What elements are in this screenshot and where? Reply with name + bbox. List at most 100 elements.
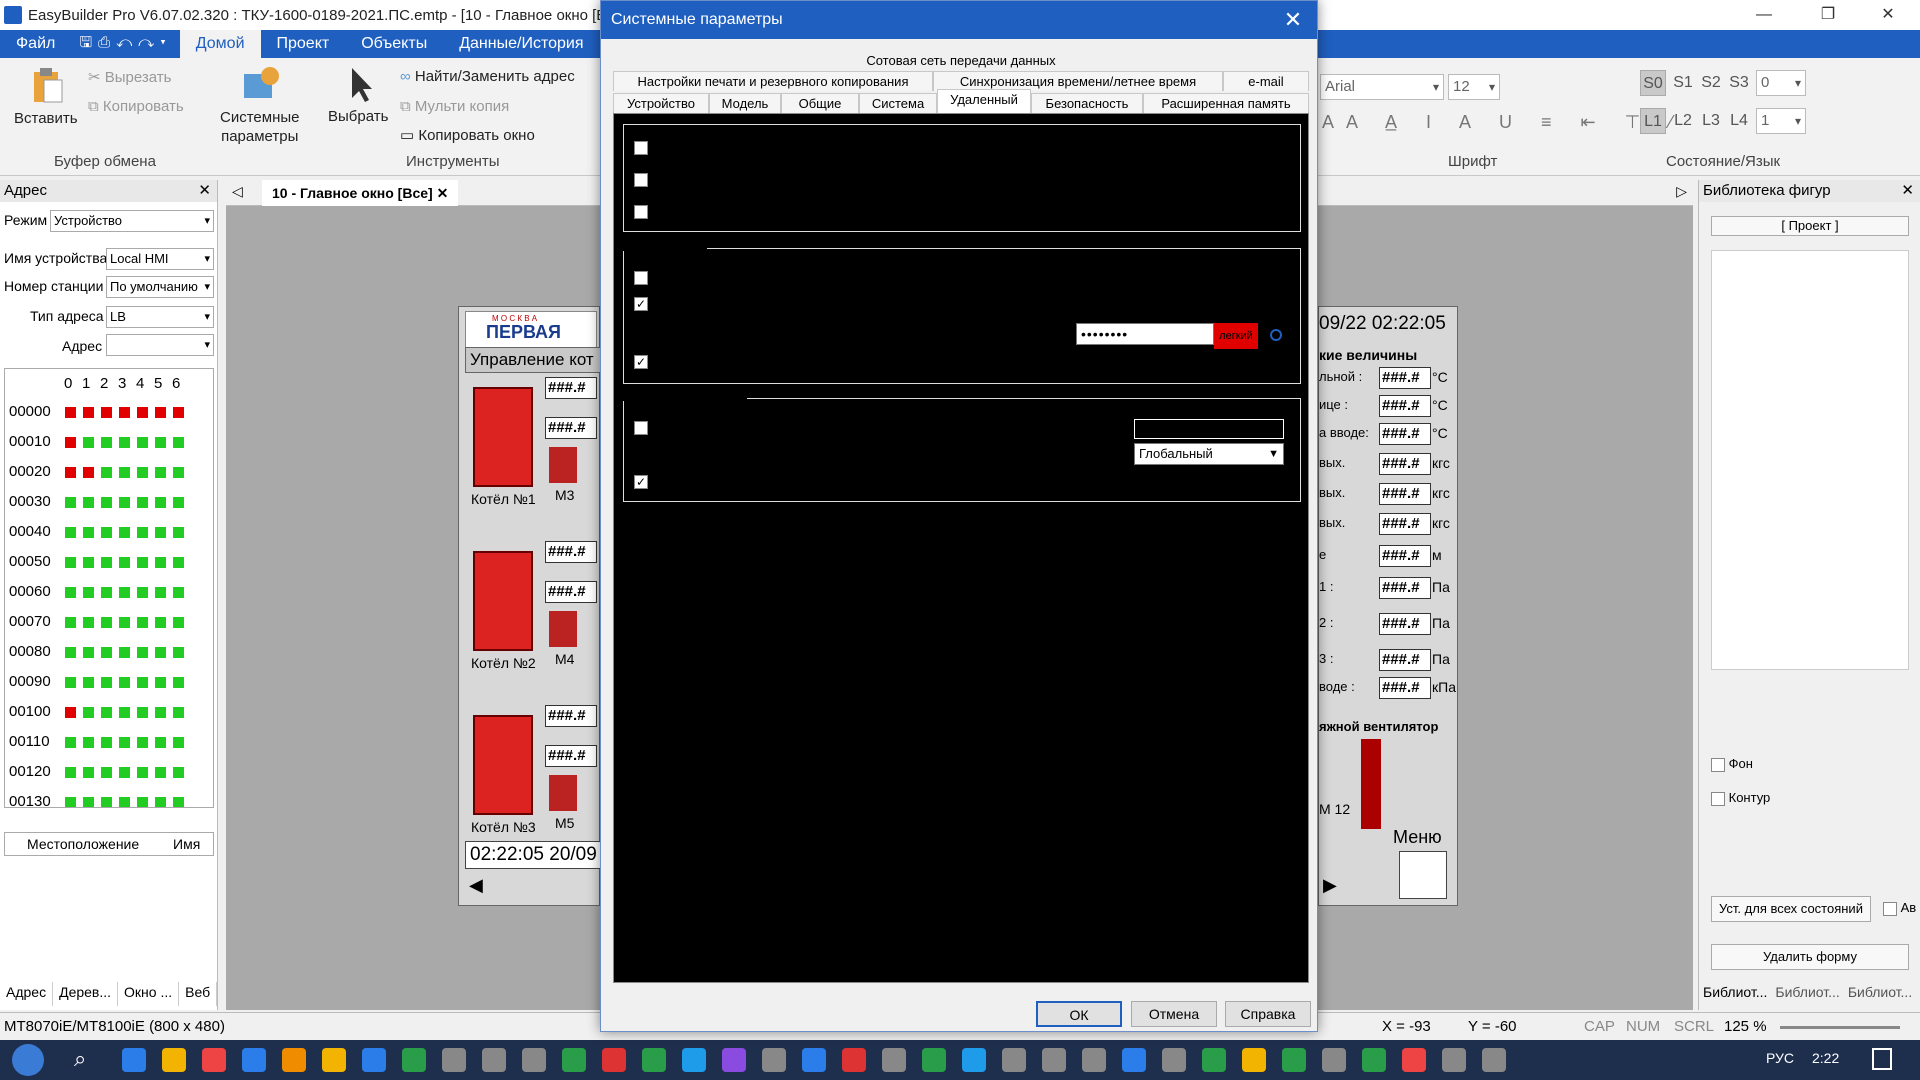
tab-project[interactable]: Проект bbox=[261, 30, 346, 58]
close-button[interactable]: ✕ bbox=[1860, 0, 1916, 30]
boiler-icon[interactable] bbox=[473, 387, 533, 487]
bit-off-indicator[interactable] bbox=[119, 767, 130, 778]
bit-off-indicator[interactable] bbox=[65, 647, 76, 658]
tab-system[interactable]: Система bbox=[859, 93, 937, 113]
tab-email[interactable]: e-mail bbox=[1223, 71, 1309, 91]
bit-off-indicator[interactable] bbox=[155, 437, 166, 448]
state-button-s1[interactable]: S1 bbox=[1670, 70, 1696, 96]
minimize-button[interactable]: — bbox=[1736, 0, 1792, 30]
bit-off-indicator[interactable] bbox=[173, 497, 184, 508]
taskbar-app-icon[interactable] bbox=[1322, 1048, 1346, 1072]
taskbar-app-icon[interactable] bbox=[442, 1048, 466, 1072]
numeric-display[interactable]: ###.# bbox=[1379, 677, 1431, 699]
bit-off-indicator[interactable] bbox=[83, 647, 94, 658]
bit-off-indicator[interactable] bbox=[137, 527, 148, 538]
tab-web[interactable]: Веб bbox=[179, 982, 218, 1006]
taskbar-app-icon[interactable] bbox=[522, 1048, 546, 1072]
bit-off-indicator[interactable] bbox=[137, 707, 148, 718]
notifications-icon[interactable] bbox=[1872, 1048, 1892, 1070]
bit-off-indicator[interactable] bbox=[119, 617, 130, 628]
bit-off-indicator[interactable] bbox=[65, 587, 76, 598]
tab-device[interactable]: Устройство bbox=[613, 93, 709, 113]
bit-off-indicator[interactable] bbox=[137, 437, 148, 448]
bit-off-indicator[interactable] bbox=[155, 557, 166, 568]
bit-off-indicator[interactable] bbox=[173, 707, 184, 718]
numeric-display[interactable]: ###.# bbox=[545, 745, 597, 767]
library-tab-1[interactable]: Библиот... bbox=[1699, 982, 1771, 1006]
bit-off-indicator[interactable] bbox=[119, 707, 130, 718]
boiler-icon[interactable] bbox=[473, 715, 533, 815]
bit-off-indicator[interactable] bbox=[101, 647, 112, 658]
bit-on-indicator[interactable] bbox=[65, 467, 76, 478]
scope-select[interactable]: Глобальный ▼ bbox=[1134, 443, 1284, 465]
cancel-button[interactable]: Отмена bbox=[1131, 1001, 1217, 1027]
bit-off-indicator[interactable] bbox=[173, 617, 184, 628]
delete-shape-button[interactable]: Удалить форму bbox=[1711, 944, 1909, 970]
bit-off-indicator[interactable] bbox=[155, 647, 166, 658]
taskbar-app-icon[interactable] bbox=[202, 1048, 226, 1072]
numeric-display[interactable]: ###.# bbox=[1379, 613, 1431, 635]
tab-file[interactable]: Файл bbox=[0, 30, 71, 58]
state-spinner[interactable]: 0 bbox=[1756, 70, 1806, 96]
bit-off-indicator[interactable] bbox=[155, 677, 166, 688]
bit-off-indicator[interactable] bbox=[83, 527, 94, 538]
remote-option-checkbox-2[interactable] bbox=[634, 173, 648, 187]
paste-button[interactable]: Вставить bbox=[14, 110, 78, 127]
bit-off-indicator[interactable] bbox=[173, 587, 184, 598]
remote-option-checkbox-4[interactable] bbox=[634, 271, 648, 285]
bit-off-indicator[interactable] bbox=[101, 797, 112, 807]
numeric-display[interactable]: ###.# bbox=[1379, 423, 1431, 445]
multi-copy-button[interactable]: ⧉ Мульти копия bbox=[400, 98, 509, 115]
numeric-display[interactable]: ###.# bbox=[1379, 483, 1431, 505]
taskbar-app-icon[interactable] bbox=[1002, 1048, 1026, 1072]
valve-icon[interactable] bbox=[549, 775, 577, 811]
av-checkbox[interactable]: Ав bbox=[1883, 900, 1916, 916]
panel-close-icon[interactable]: ✕ bbox=[198, 180, 211, 202]
taskbar-app-icon[interactable] bbox=[1442, 1048, 1466, 1072]
bit-off-indicator[interactable] bbox=[155, 497, 166, 508]
start-button-icon[interactable] bbox=[12, 1044, 44, 1076]
bit-on-indicator[interactable] bbox=[137, 407, 148, 418]
tab-cellular[interactable]: Сотовая сеть передачи данных bbox=[613, 51, 1309, 71]
bit-off-indicator[interactable] bbox=[173, 737, 184, 748]
tab-objects[interactable]: Объекты bbox=[345, 30, 443, 58]
bit-off-indicator[interactable] bbox=[155, 707, 166, 718]
bit-off-indicator[interactable] bbox=[83, 767, 94, 778]
taskbar-app-icon[interactable] bbox=[482, 1048, 506, 1072]
copy-button[interactable]: ⧉ Копировать bbox=[88, 98, 184, 115]
tab-time-sync[interactable]: Синхронизация времени/летнее время bbox=[933, 71, 1223, 91]
bit-off-indicator[interactable] bbox=[173, 557, 184, 568]
tab-tree[interactable]: Дерев... bbox=[53, 982, 119, 1006]
library-tab-2[interactable]: Библиот... bbox=[1771, 982, 1843, 1006]
taskbar-app-icon[interactable] bbox=[122, 1048, 146, 1072]
bit-off-indicator[interactable] bbox=[155, 467, 166, 478]
bit-off-indicator[interactable] bbox=[137, 497, 148, 508]
taskbar-app-icon[interactable] bbox=[1162, 1048, 1186, 1072]
taskbar-app-icon[interactable] bbox=[1242, 1048, 1266, 1072]
bit-on-indicator[interactable] bbox=[65, 437, 76, 448]
bit-off-indicator[interactable] bbox=[173, 767, 184, 778]
font-name-combo[interactable]: Arial bbox=[1320, 74, 1444, 100]
bit-on-indicator[interactable] bbox=[83, 467, 94, 478]
numeric-display[interactable]: ###.# bbox=[545, 377, 597, 399]
taskbar-app-icon[interactable] bbox=[882, 1048, 906, 1072]
find-replace-button[interactable]: ∞ Найти/Заменить адрес bbox=[400, 68, 575, 85]
bit-off-indicator[interactable] bbox=[65, 737, 76, 748]
remote-option-checkbox-6[interactable]: ✓ bbox=[634, 355, 648, 369]
ok-button[interactable]: ОК bbox=[1036, 1001, 1122, 1027]
bit-off-indicator[interactable] bbox=[137, 767, 148, 778]
bit-off-indicator[interactable] bbox=[83, 677, 94, 688]
taskbar-app-icon[interactable] bbox=[1282, 1048, 1306, 1072]
tab-data-history[interactable]: Данные/История bbox=[443, 30, 599, 58]
bit-off-indicator[interactable] bbox=[65, 527, 76, 538]
device-select[interactable]: Local HMI bbox=[106, 248, 214, 270]
bit-off-indicator[interactable] bbox=[137, 617, 148, 628]
tab-general[interactable]: Общие bbox=[781, 93, 859, 113]
valve-icon[interactable] bbox=[549, 447, 577, 483]
bit-off-indicator[interactable] bbox=[83, 587, 94, 598]
taskbar-app-icon[interactable] bbox=[602, 1048, 626, 1072]
bit-on-indicator[interactable] bbox=[65, 707, 76, 718]
bit-off-indicator[interactable] bbox=[137, 647, 148, 658]
remote-option-checkbox-1[interactable] bbox=[634, 141, 648, 155]
bit-off-indicator[interactable] bbox=[173, 437, 184, 448]
